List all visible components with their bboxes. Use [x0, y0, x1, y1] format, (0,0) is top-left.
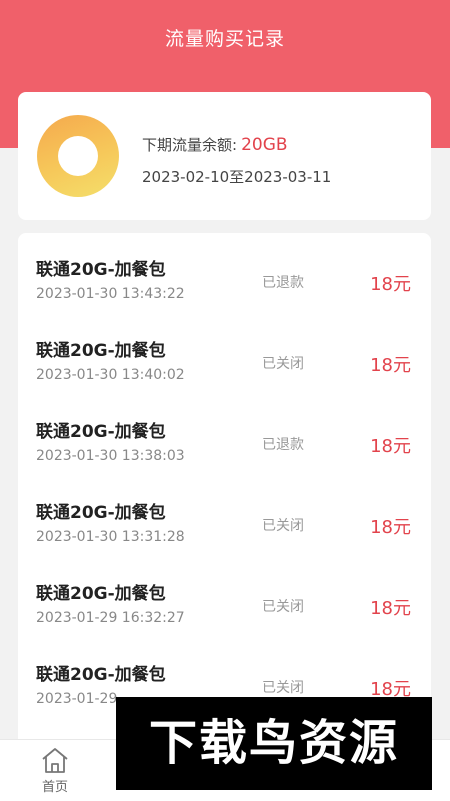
- record-name: 联通20G-加餐包: [36, 503, 166, 523]
- record-row[interactable]: 联通20G-加餐包 2023-01-30 13:40:02 已关闭 18元: [18, 314, 431, 395]
- purchase-record-list: 联通20G-加餐包 2023-01-30 13:43:22 已退款 18元 联通…: [18, 233, 431, 753]
- balance-label: 下期流量余额:: [142, 136, 238, 154]
- record-status: 已关闭: [262, 518, 304, 534]
- record-time: 2023-01-30 13:38:03: [36, 448, 185, 464]
- record-status: 已关闭: [262, 680, 304, 696]
- record-status: 已关闭: [262, 599, 304, 615]
- record-name: 联通20G-加餐包: [36, 260, 166, 280]
- record-status: 已退款: [262, 437, 304, 453]
- record-name: 联通20G-加餐包: [36, 584, 166, 604]
- record-time: 2023-01-29: [36, 691, 118, 707]
- record-price: 18元: [370, 598, 411, 619]
- record-row[interactable]: 联通20G-加餐包 2023-01-30 13:38:03 已退款 18元: [18, 395, 431, 476]
- record-status: 已关闭: [262, 356, 304, 372]
- record-time: 2023-01-30 13:43:22: [36, 286, 185, 302]
- record-price: 18元: [370, 517, 411, 538]
- balance-value: 20GB: [241, 135, 288, 155]
- record-name: 联通20G-加餐包: [36, 422, 166, 442]
- record-price: 18元: [370, 274, 411, 295]
- tab-label-home: 首页: [41, 780, 68, 795]
- balance-period: 2023-02-10至2023-03-11: [142, 168, 332, 186]
- record-time: 2023-01-30 13:40:02: [36, 367, 185, 383]
- record-time: 2023-01-29 16:32:27: [36, 610, 185, 626]
- page-title: 流量购买记录: [164, 28, 285, 50]
- record-time: 2023-01-30 13:31:28: [36, 529, 185, 545]
- record-row[interactable]: 联通20G-加餐包 2023-01-29 16:32:27 已关闭 18元: [18, 557, 431, 638]
- watermark-overlay: 下载鸟资源: [116, 697, 432, 790]
- record-name: 联通20G-加餐包: [36, 341, 166, 361]
- traffic-donut-icon: [37, 115, 119, 197]
- record-row[interactable]: 联通20G-加餐包 2023-01-30 13:31:28 已关闭 18元: [18, 476, 431, 557]
- record-status: 已退款: [262, 275, 304, 291]
- traffic-summary-card: 下期流量余额: 20GB 2023-02-10至2023-03-11: [18, 92, 431, 220]
- record-price: 18元: [370, 436, 411, 457]
- home-icon: [42, 748, 68, 773]
- record-row[interactable]: 联通20G-加餐包 2023-01-30 13:43:22 已退款 18元: [18, 233, 431, 314]
- record-price: 18元: [370, 355, 411, 376]
- tab-home[interactable]: 首页: [0, 740, 110, 801]
- record-name: 联通20G-加餐包: [36, 665, 166, 685]
- next-period-balance: 下期流量余额: 20GB: [142, 134, 288, 155]
